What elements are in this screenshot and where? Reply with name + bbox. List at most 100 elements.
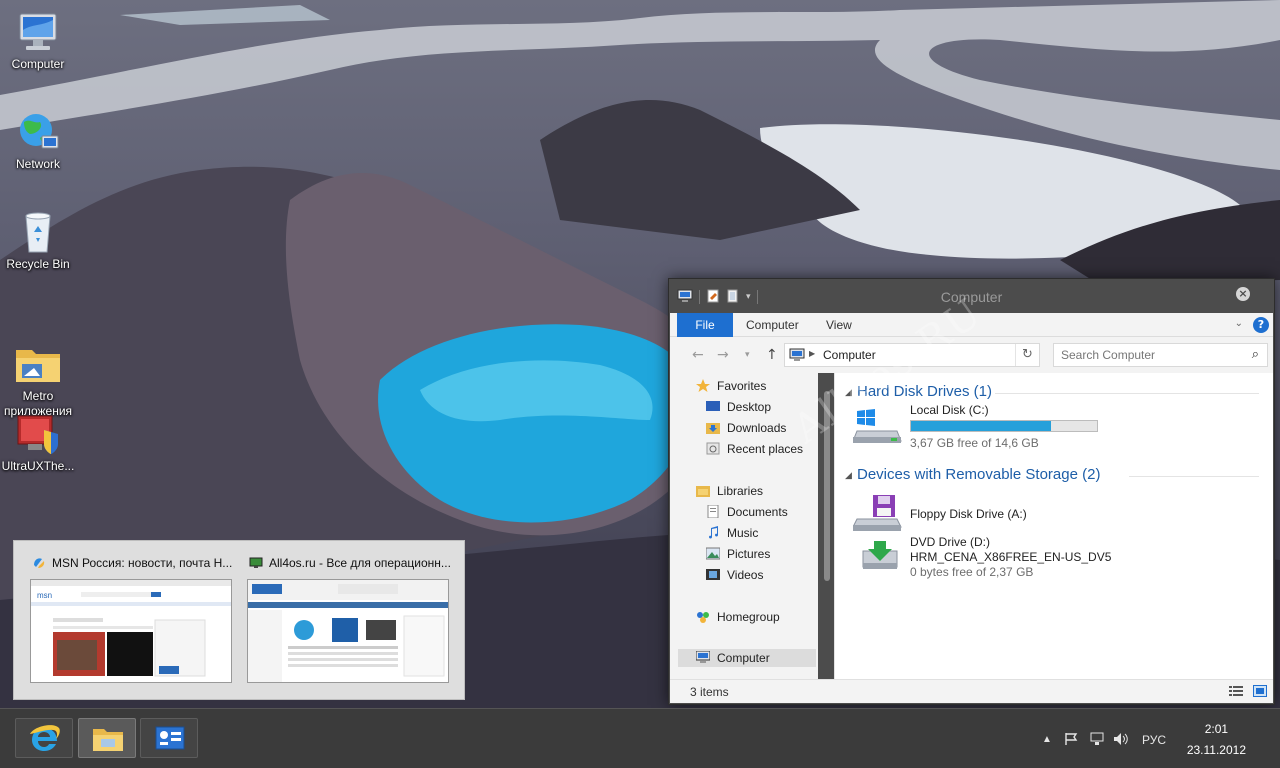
taskbar-button-control-panel[interactable]: [140, 718, 198, 758]
show-hidden-icons-button[interactable]: ▲: [1042, 734, 1052, 745]
star-icon: [696, 379, 710, 392]
nav-music[interactable]: Music: [706, 524, 758, 542]
dvd-drive-icon: [861, 537, 901, 580]
breadcrumb-separator-icon[interactable]: ▶: [809, 349, 815, 358]
drive-name: Floppy Disk Drive (A:): [910, 507, 1027, 521]
hard-drive-windows-icon: [852, 407, 905, 450]
up-button[interactable]: ↑: [766, 347, 778, 363]
homegroup-icon: [696, 610, 710, 623]
title-bar[interactable]: ▾ Computer ×: [669, 279, 1274, 313]
libraries-icon: [696, 484, 710, 497]
explorer-window: ▾ Computer × File Computer View ⌄ ? ← → …: [668, 278, 1275, 705]
control-panel-icon: [154, 725, 186, 756]
drive-volume-label: HRM_CENA_X86FREE_EN-US_DV5: [910, 550, 1112, 564]
collapse-triangle-icon[interactable]: ◢: [845, 471, 852, 481]
nav-desktop[interactable]: Desktop: [706, 398, 771, 416]
floppy-drive-icon: [852, 493, 905, 538]
tab-view[interactable]: View: [826, 313, 852, 337]
thumbnail-preview-msn[interactable]: msn: [30, 579, 232, 683]
window-title: Computer: [940, 289, 1003, 305]
search-box[interactable]: Search Computer ⌕: [1053, 343, 1268, 367]
forward-button[interactable]: →: [717, 347, 729, 363]
ribbon-expand-icon[interactable]: ⌄: [1235, 318, 1243, 329]
recent-places-icon: [706, 442, 720, 455]
action-center-flag-icon[interactable]: [1064, 732, 1080, 749]
desktop-icon-label: UltraUXThe...: [1, 459, 75, 473]
app-icon: [14, 412, 62, 456]
content-pane: ◢ Hard Disk Drives (1) Local Disk (C:) 3…: [835, 373, 1273, 679]
desktop-icon-ultrauxtheme[interactable]: UltraUXThe...: [0, 412, 76, 474]
nav-homegroup[interactable]: Homegroup: [696, 608, 780, 626]
ie-icon: [28, 724, 62, 757]
refresh-button[interactable]: ↻: [1015, 344, 1039, 366]
pictures-icon: [705, 547, 721, 560]
breadcrumb[interactable]: Computer: [823, 348, 876, 362]
close-button[interactable]: ×: [1236, 287, 1250, 301]
ribbon-tabs: File Computer View ⌄ ?: [670, 313, 1273, 337]
thumbnail-title-all4os[interactable]: All4os.ru - Все для операционн...: [249, 556, 451, 570]
recycle-bin-icon: [14, 210, 62, 254]
group-divider: [995, 393, 1259, 394]
nav-documents[interactable]: Documents: [706, 503, 788, 521]
nav-libraries[interactable]: Libraries: [696, 482, 763, 500]
tab-computer[interactable]: Computer: [746, 313, 799, 337]
desktop-icon-label: Network: [15, 157, 60, 171]
taskbar: ▲ РУС 2:01 23.11.2012: [0, 708, 1280, 768]
search-icon[interactable]: ⌕: [1252, 347, 1259, 362]
desktop-icon: [706, 400, 720, 413]
group-heading-hard-disk-drives[interactable]: Hard Disk Drives (1): [857, 383, 992, 400]
nav-favorites[interactable]: Favorites: [696, 377, 766, 395]
close-icon: ×: [1238, 287, 1248, 300]
nav-pictures[interactable]: Pictures: [705, 545, 770, 563]
input-language-indicator[interactable]: РУС: [1142, 733, 1166, 747]
computer-small-icon: [695, 650, 711, 664]
search-input[interactable]: Search Computer: [1061, 348, 1155, 362]
ie-icon: [32, 556, 46, 570]
nav-videos[interactable]: Videos: [706, 566, 763, 584]
thumbnail-title-msn[interactable]: MSN Россия: новости, почта Н...: [32, 556, 232, 570]
back-button[interactable]: ←: [692, 347, 704, 363]
nav-computer[interactable]: Computer: [678, 649, 816, 667]
navigation-pane: Favorites Desktop Downloads Recent place…: [670, 373, 818, 679]
drive-name: Local Disk (C:): [910, 403, 989, 417]
network-tray-icon[interactable]: [1089, 732, 1105, 749]
drive-name: DVD Drive (D:): [910, 535, 990, 549]
disk-usage-bar: [910, 420, 1098, 432]
collapse-triangle-icon[interactable]: ◢: [845, 388, 852, 398]
tab-file[interactable]: File: [677, 313, 733, 337]
disk-usage-fill: [911, 421, 1051, 431]
music-icon: [706, 526, 720, 539]
taskbar-button-internet-explorer[interactable]: [15, 718, 73, 758]
downloads-folder-icon: [706, 421, 720, 434]
taskbar-thumbnail-popup: MSN Россия: новости, почта Н... All4os.r…: [13, 540, 465, 700]
taskbar-button-file-explorer[interactable]: [78, 718, 136, 758]
details-view-icon[interactable]: [1229, 685, 1243, 700]
thumbnail-preview-all4os[interactable]: [247, 579, 449, 683]
computer-icon: [14, 10, 62, 54]
documents-icon: [706, 504, 720, 519]
status-bar: 3 items: [670, 679, 1273, 703]
desktop-icon-label: Computer: [11, 57, 65, 71]
nav-scrollbar[interactable]: [824, 391, 830, 581]
nav-downloads[interactable]: Downloads: [706, 419, 786, 437]
recent-locations-button[interactable]: ▾: [745, 350, 750, 360]
group-heading-removable-storage[interactable]: Devices with Removable Storage (2): [857, 466, 1100, 483]
group-divider: [1129, 476, 1259, 477]
monitor-icon: [249, 556, 263, 570]
drive-free-space: 0 bytes free of 2,37 GB: [910, 565, 1034, 579]
desktop-icon-recycle-bin[interactable]: Recycle Bin: [0, 210, 76, 272]
help-icon: ?: [1257, 318, 1265, 331]
help-button[interactable]: ?: [1253, 317, 1269, 333]
desktop-icon-network[interactable]: Network: [0, 110, 76, 172]
large-icons-view-icon[interactable]: [1253, 685, 1267, 700]
svg-text:msn: msn: [37, 591, 52, 600]
clock-date: 23.11.2012: [1186, 743, 1246, 757]
nav-recent-places[interactable]: Recent places: [706, 440, 803, 458]
item-count: 3 items: [690, 685, 729, 699]
volume-icon[interactable]: [1113, 732, 1129, 749]
clock[interactable]: 2:01 23.11.2012: [1187, 719, 1246, 761]
address-field[interactable]: ▶ Computer ↻: [784, 343, 1040, 367]
folder-icon: [14, 327, 62, 382]
refresh-icon: ↻: [1022, 347, 1033, 362]
desktop-icon-computer[interactable]: Computer: [0, 10, 76, 72]
